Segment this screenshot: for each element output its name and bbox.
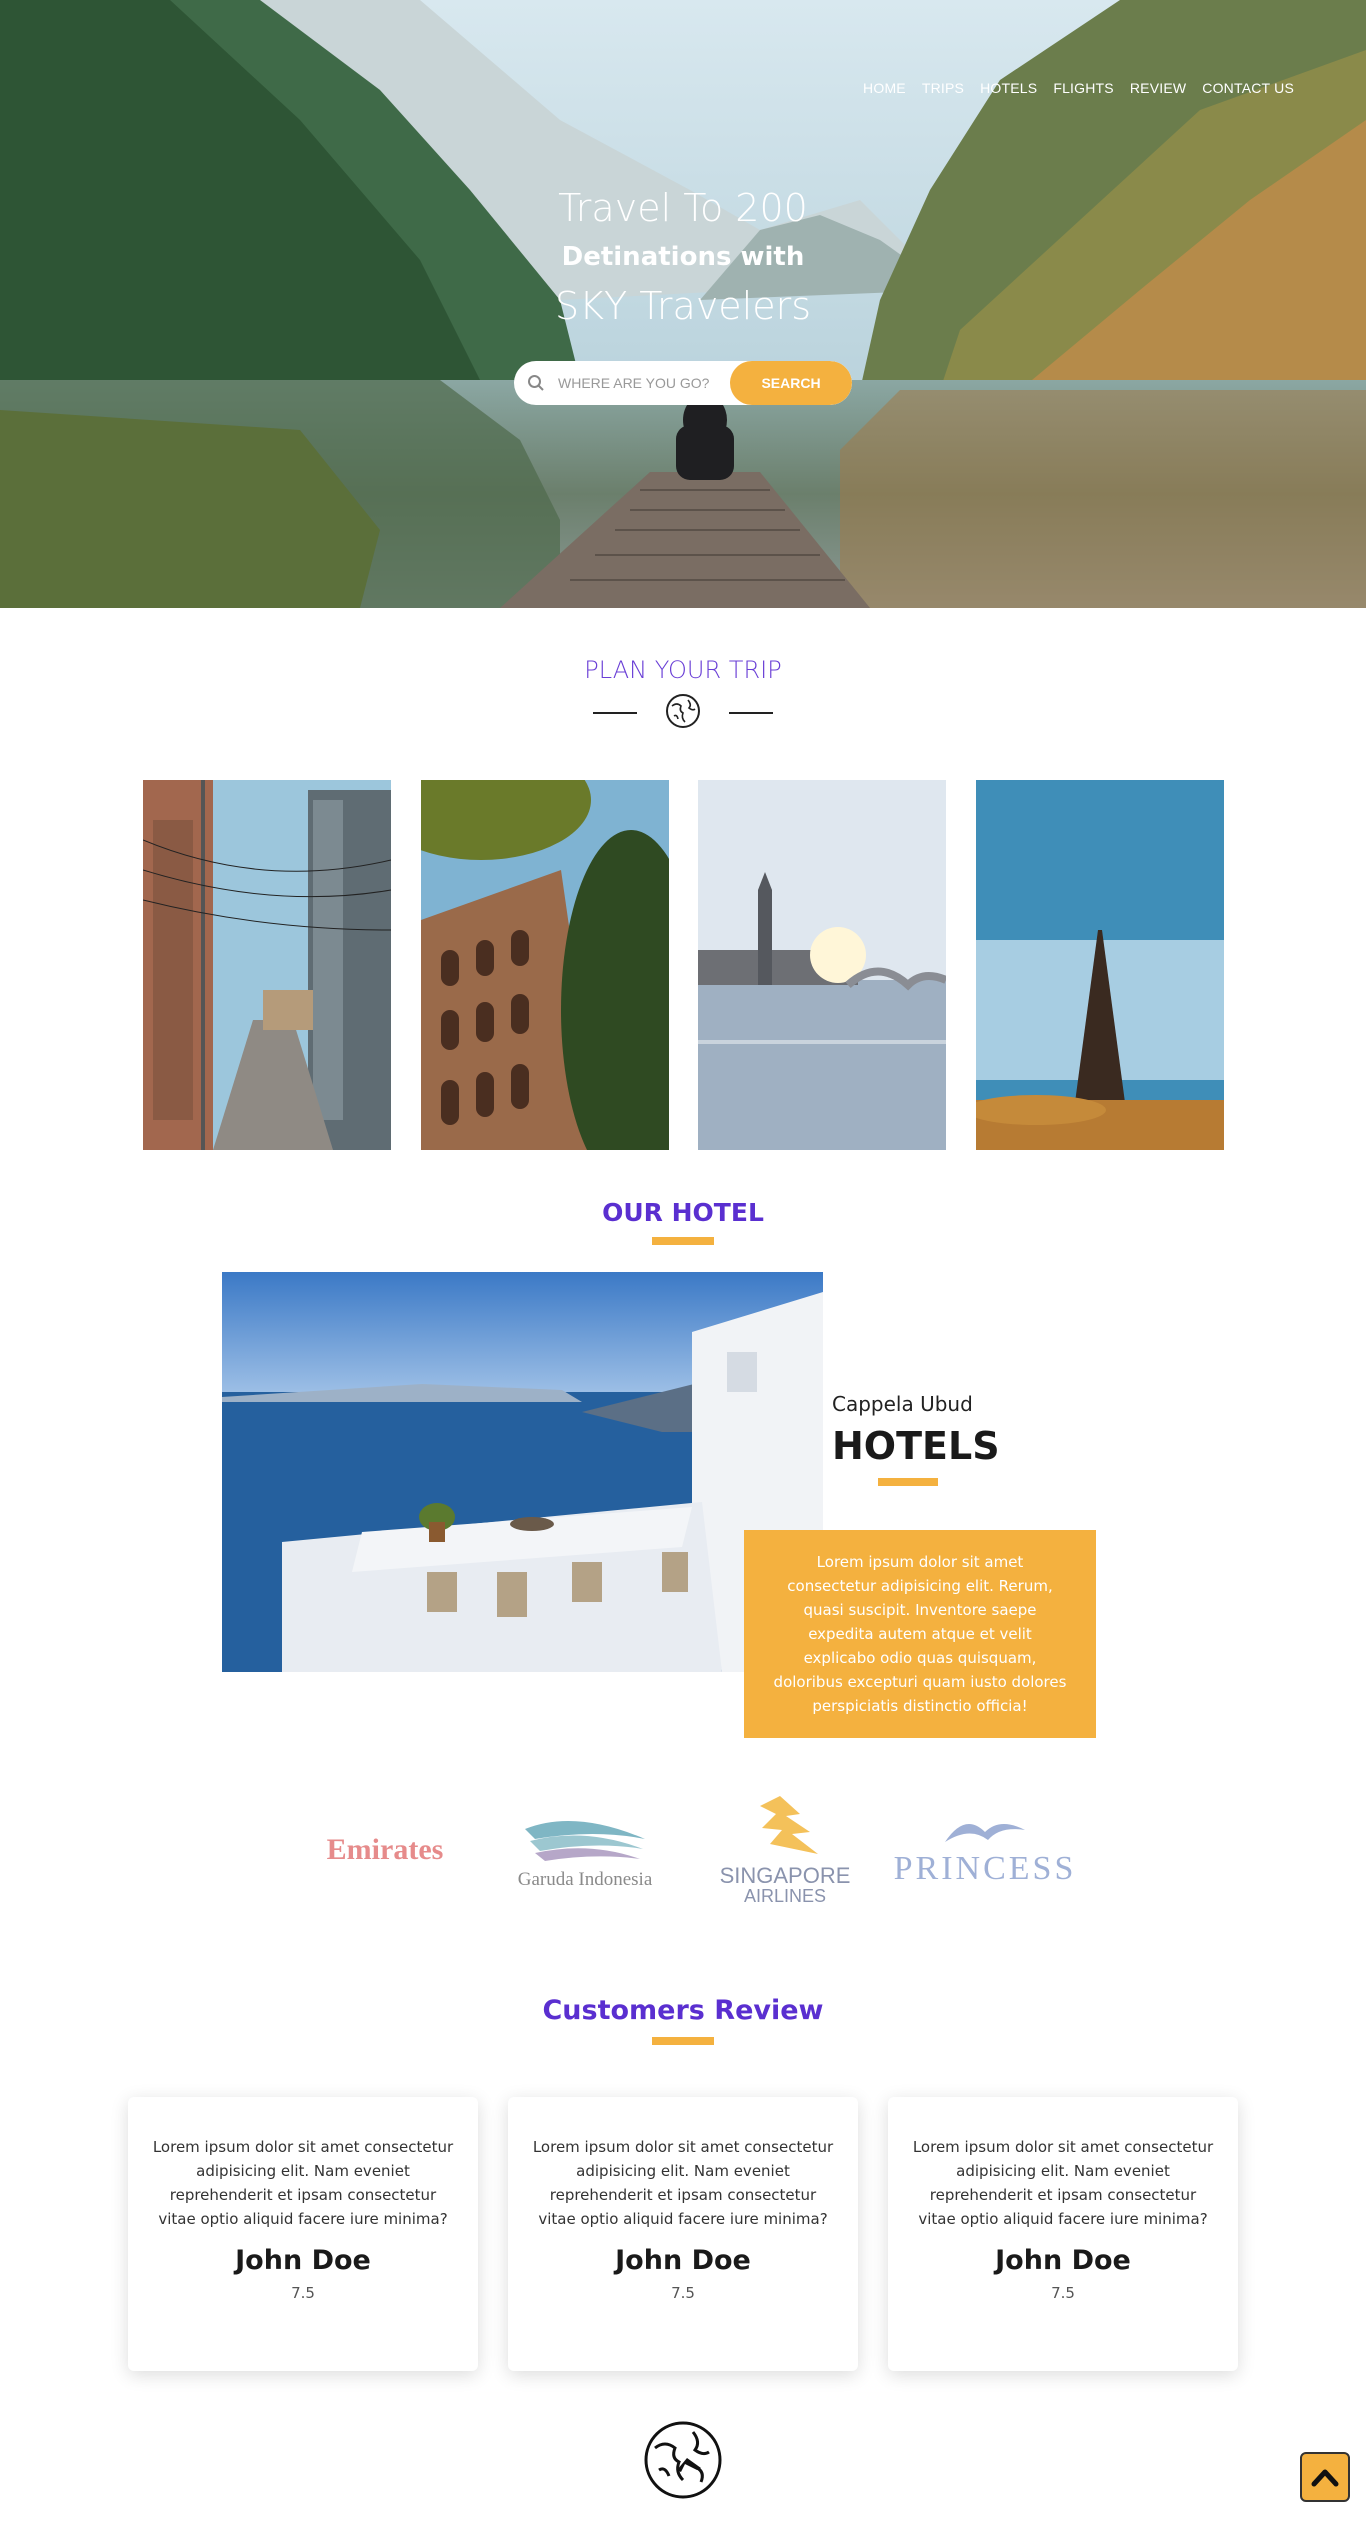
- colosseum-photo: [421, 780, 669, 1150]
- singapore-logo-text-2: AIRLINES: [743, 1886, 827, 1906]
- customers-review-title: Customers Review: [542, 1995, 824, 2026]
- hero-title-line1: Travel To 200: [558, 186, 808, 230]
- globe-icon: [641, 2418, 725, 2502]
- divider-line: [593, 712, 637, 714]
- destination-card-colosseum[interactable]: [421, 780, 669, 1150]
- plan-trip-title: PLAN YOUR TRIP: [584, 656, 782, 684]
- title-underline: [652, 2037, 714, 2045]
- princess-wave-icon: [945, 1823, 1025, 1842]
- plan-trip-divider: [593, 693, 773, 733]
- partner-logo-singapore: SINGAPORE AIRLINES: [700, 1790, 870, 1910]
- review-text: Lorem ipsum dolor sit amet consectetur a…: [912, 2138, 1214, 2228]
- reviewer-name: John Doe: [995, 2245, 1131, 2276]
- hero-title-line3: SKY Travelers: [554, 284, 812, 328]
- partner-logo-garuda: Garuda Indonesia: [500, 1790, 670, 1910]
- hotel-description: Lorem ipsum dolor sit amet consectetur a…: [773, 1553, 1067, 1715]
- destination-card-london[interactable]: [698, 780, 946, 1150]
- search-button[interactable]: SEARCH: [730, 361, 852, 405]
- singapore-logo-text: SINGAPORE: [719, 1863, 851, 1888]
- singapore-bird-icon: [760, 1796, 818, 1854]
- nav-trips[interactable]: TRIPS: [922, 80, 964, 96]
- city-street-photo: [143, 780, 391, 1150]
- chevron-up-icon: [1311, 2469, 1339, 2487]
- emirates-logo-text: Emirates: [326, 1833, 444, 1866]
- big-ben-photo: [698, 780, 946, 1150]
- back-to-top-button[interactable]: [1300, 2452, 1350, 2502]
- princess-logo-text: PRINCESS: [893, 1850, 1077, 1887]
- nav-review[interactable]: REVIEW: [1130, 80, 1186, 96]
- review-score: 7.5: [1051, 2284, 1075, 2302]
- garuda-bird-icon: [525, 1821, 645, 1861]
- hotel-photo: [222, 1272, 823, 1672]
- review-card: Lorem ipsum dolor sit amet consectetur a…: [128, 2097, 478, 2371]
- hero-title-line2: Detinations with: [561, 242, 805, 272]
- review-text: Lorem ipsum dolor sit amet consectetur a…: [152, 2138, 454, 2228]
- review-score: 7.5: [291, 2284, 315, 2302]
- destination-card-paris[interactable]: [976, 780, 1224, 1150]
- hotel-subtitle: Cappela Ubud: [832, 1392, 973, 1416]
- hero-section: HOME TRIPS HOTELS FLIGHTS REVIEW CONTACT…: [0, 0, 1366, 608]
- eiffel-tower-photo: [976, 780, 1224, 1150]
- hotel-description-box: Lorem ipsum dolor sit amet consectetur a…: [744, 1530, 1096, 1738]
- destination-card-city[interactable]: [143, 780, 391, 1150]
- nav-hotels[interactable]: HOTELS: [980, 80, 1037, 96]
- search-bar: SEARCH: [514, 361, 852, 405]
- search-icon: [514, 361, 558, 405]
- title-underline: [652, 1237, 714, 1245]
- reviewer-name: John Doe: [615, 2245, 751, 2276]
- nav-contact-us[interactable]: CONTACT US: [1202, 80, 1294, 96]
- our-hotel-title: OUR HOTEL: [602, 1198, 764, 1227]
- partner-logo-princess: PRINCESS: [890, 1790, 1080, 1910]
- review-text: Lorem ipsum dolor sit amet consectetur a…: [532, 2138, 834, 2228]
- partner-logo-emirates: Emirates: [300, 1790, 470, 1910]
- reviewer-name: John Doe: [235, 2245, 371, 2276]
- main-nav: HOME TRIPS HOTELS FLIGHTS REVIEW CONTACT…: [863, 80, 1294, 96]
- hotel-name-underline: [878, 1478, 938, 1486]
- globe-icon: [664, 692, 702, 734]
- nav-home[interactable]: HOME: [863, 80, 906, 96]
- review-score: 7.5: [671, 2284, 695, 2302]
- review-card: Lorem ipsum dolor sit amet consectetur a…: [508, 2097, 858, 2371]
- review-card: Lorem ipsum dolor sit amet consectetur a…: [888, 2097, 1238, 2371]
- divider-line: [729, 712, 773, 714]
- nav-flights[interactable]: FLIGHTS: [1053, 80, 1114, 96]
- garuda-logo-text: Garuda Indonesia: [517, 1869, 653, 1890]
- hotel-name: HOTELS: [832, 1424, 1000, 1468]
